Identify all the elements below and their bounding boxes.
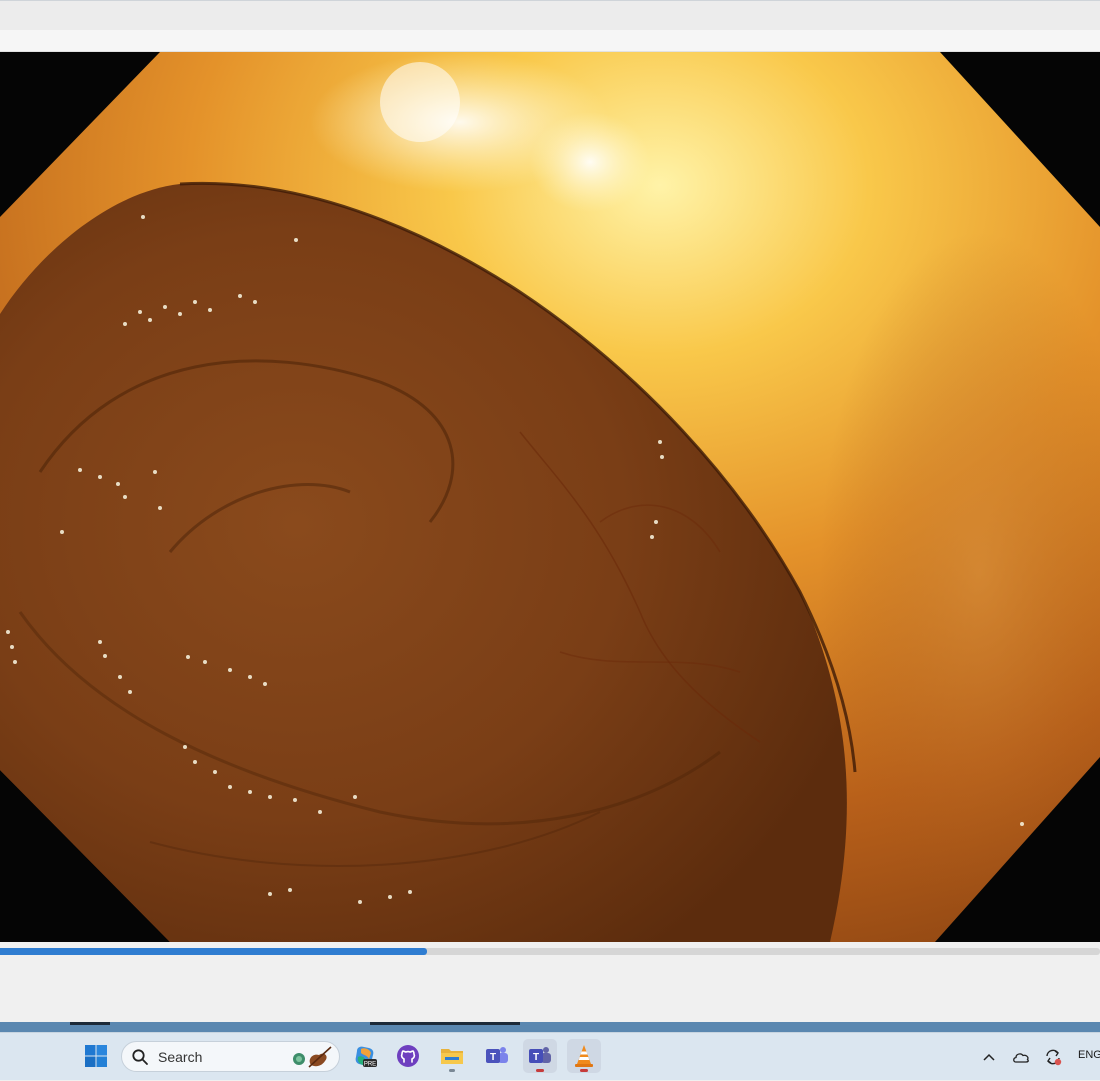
windows-logo-icon: [85, 1045, 107, 1067]
sync-icon: [1046, 1049, 1062, 1066]
taskbar-search-box[interactable]: Search: [121, 1041, 340, 1072]
chevron-up-icon: [983, 1053, 995, 1061]
svg-text:PRE: PRE: [364, 1062, 376, 1068]
sync-tray-button[interactable]: [1042, 1033, 1064, 1081]
seek-bar[interactable]: [0, 944, 1100, 958]
file-explorer-app[interactable]: [435, 1039, 469, 1073]
copilot-app[interactable]: PRE: [348, 1039, 382, 1073]
seek-track[interactable]: [0, 948, 1100, 955]
endoscopy-video-image: [0, 52, 1100, 942]
github-app[interactable]: [391, 1039, 425, 1073]
teams-classic-app[interactable]: T: [480, 1039, 514, 1073]
video-frame[interactable]: [0, 52, 1100, 942]
taskbar: Search PRE T T ENG: [0, 1032, 1100, 1080]
folder-icon: [441, 1049, 463, 1064]
window-menu-bar: [0, 30, 1100, 52]
start-menu-button[interactable]: [79, 1039, 113, 1073]
search-icon: [132, 1049, 148, 1065]
github-icon: [397, 1045, 419, 1067]
vlc-app[interactable]: [567, 1039, 601, 1073]
language-indicator[interactable]: ENG: [1078, 1049, 1100, 1061]
onedrive-cloud-icon: [1013, 1053, 1029, 1063]
show-hidden-icons-button[interactable]: [978, 1033, 1000, 1081]
desktop-wallpaper-strip: [0, 1022, 1100, 1032]
svg-text:T: T: [533, 1052, 539, 1063]
seek-progress-fill: [0, 948, 427, 955]
teams-icon: T: [529, 1047, 551, 1063]
onedrive-tray-button[interactable]: [1010, 1033, 1032, 1081]
teams-app[interactable]: T: [523, 1039, 557, 1073]
search-highlight-violin-icon: [293, 1046, 332, 1068]
copilot-pre-icon: PRE: [355, 1046, 377, 1068]
teams-icon: T: [486, 1047, 508, 1063]
svg-text:T: T: [490, 1052, 496, 1063]
player-controls-area: [0, 958, 1100, 1022]
vlc-cone-icon: [575, 1045, 593, 1067]
search-placeholder: Search: [158, 1049, 203, 1065]
window-title-bar: [0, 0, 1100, 30]
